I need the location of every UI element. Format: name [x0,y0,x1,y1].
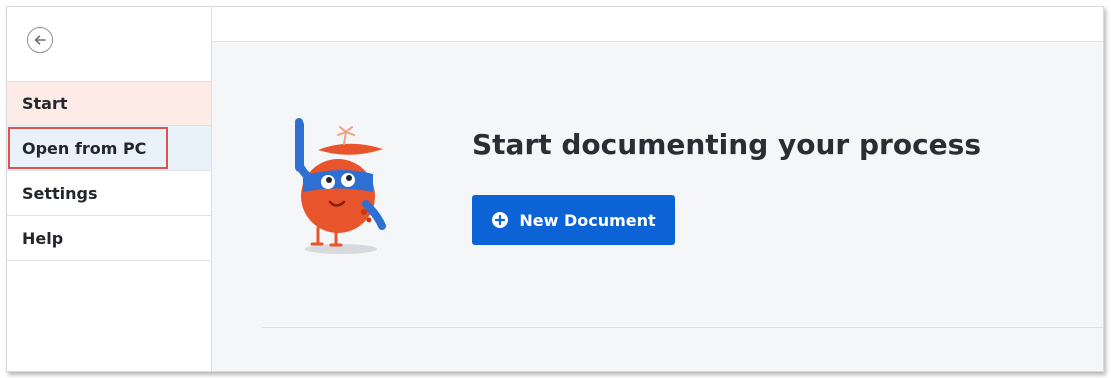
page-title: Start documenting your process [472,128,981,161]
sidebar-item-label: Settings [22,183,98,203]
arrow-left-circle-icon [34,35,46,45]
sidebar-nav: Start Open from PC Settings Help [7,81,211,261]
sidebar-item-label: Open from PC [22,138,147,158]
sidebar: Start Open from PC Settings Help [7,7,212,371]
back-button[interactable] [27,27,53,53]
sidebar-item-open-from-pc[interactable]: Open from PC [7,126,211,171]
sidebar-item-label: Start [22,94,68,113]
sidebar-item-label: Help [22,228,64,248]
mascot-icon [295,118,386,254]
new-document-label: New Document [519,210,656,230]
sidebar-item-help[interactable]: Help [7,216,211,261]
main-content: Start documenting your process New Docum… [212,42,1103,371]
app-window: Start Open from PC Settings Help Start d… [6,6,1104,372]
sidebar-item-settings[interactable]: Settings [7,171,211,216]
top-bar [212,7,1103,42]
new-document-button[interactable]: New Document [472,195,675,245]
plus-circle-icon [492,212,509,228]
sidebar-item-start[interactable]: Start [7,81,211,126]
section-divider [262,327,1103,328]
